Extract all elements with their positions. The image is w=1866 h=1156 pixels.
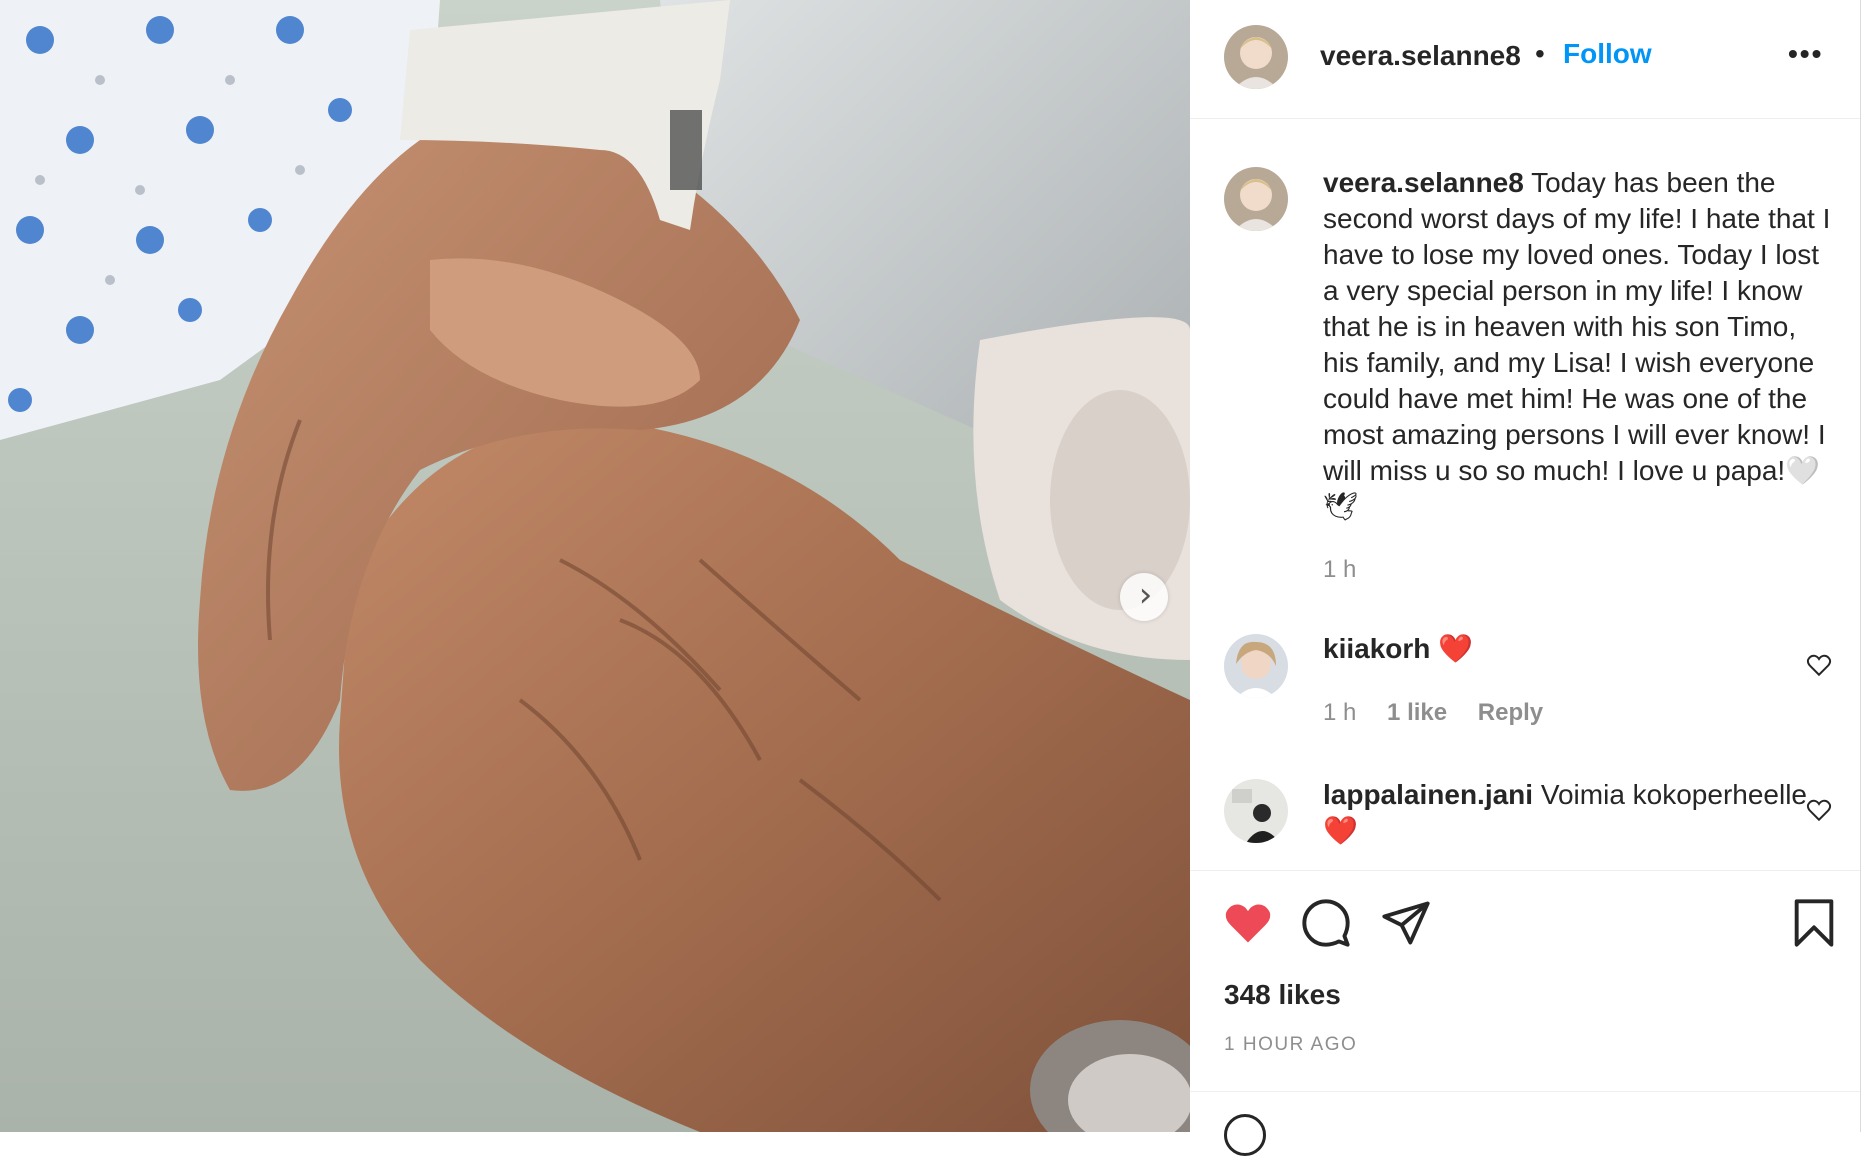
post-photo: › <box>0 0 1190 1132</box>
separator-dot: • <box>1535 38 1545 69</box>
paper-plane-icon[interactable] <box>1380 897 1432 949</box>
comment-text: kiiakorh ❤️ <box>1323 631 1833 667</box>
more-options-icon[interactable]: ••• <box>1788 38 1823 70</box>
post-actions: 348 likes 1 HOUR AGO <box>1190 870 1860 1156</box>
bookmark-icon[interactable] <box>1788 897 1840 949</box>
avatar-image <box>1224 167 1288 231</box>
avatar-image <box>1224 634 1288 698</box>
add-comment-row[interactable] <box>1190 1091 1860 1156</box>
comment-bubble-icon[interactable] <box>1300 897 1352 949</box>
comments-list[interactable]: veera.selanne8 Today has been the second… <box>1190 119 1860 869</box>
emoji-icon[interactable] <box>1224 1114 1266 1156</box>
likes-count[interactable]: 348 likes <box>1224 979 1341 1011</box>
comment-username[interactable]: kiiakorh <box>1323 633 1430 664</box>
follow-button[interactable]: Follow <box>1563 38 1652 70</box>
caption-username[interactable]: veera.selanne8 <box>1323 167 1524 198</box>
comment-avatar[interactable] <box>1224 779 1288 843</box>
carousel-next-button[interactable]: › <box>1120 573 1168 621</box>
avatar[interactable] <box>1224 25 1288 89</box>
heart-filled-icon[interactable] <box>1222 897 1274 949</box>
comment-time[interactable]: 1 h <box>1323 699 1356 726</box>
post-image <box>0 0 1190 1132</box>
heart-outline-icon[interactable] <box>1806 652 1832 678</box>
avatar-image <box>1224 779 1288 843</box>
post-timestamp[interactable]: 1 HOUR AGO <box>1224 1034 1357 1056</box>
post-author-username[interactable]: veera.selanne8 <box>1320 40 1521 72</box>
caption-meta: 1 h <box>1323 556 1380 584</box>
caption-text: veera.selanne8 Today has been the second… <box>1323 165 1833 525</box>
reply-button[interactable]: Reply <box>1478 699 1543 726</box>
caption-time[interactable]: 1 h <box>1323 556 1356 583</box>
avatar-image <box>1224 25 1288 89</box>
chevron-right-icon: › <box>1138 575 1153 615</box>
comment-likes[interactable]: 1 like <box>1387 699 1447 726</box>
comment-username[interactable]: lappalainen.jani <box>1323 779 1533 810</box>
post-header: veera.selanne8 • Follow ••• <box>1190 0 1860 119</box>
caption-body: Today has been the second worst days of … <box>1323 167 1831 522</box>
comment-body: ❤️ <box>1438 633 1474 664</box>
post-sidebar: veera.selanne8 • Follow ••• veera.selann… <box>1190 0 1861 1156</box>
comment-meta: 1 h 1 like Reply <box>1323 699 1567 727</box>
comment-avatar[interactable] <box>1224 634 1288 698</box>
heart-outline-icon[interactable] <box>1806 797 1832 823</box>
caption-avatar[interactable] <box>1224 167 1288 231</box>
comment-text: lappalainen.jani Voimia kokoperheelle❤️ <box>1323 777 1833 849</box>
